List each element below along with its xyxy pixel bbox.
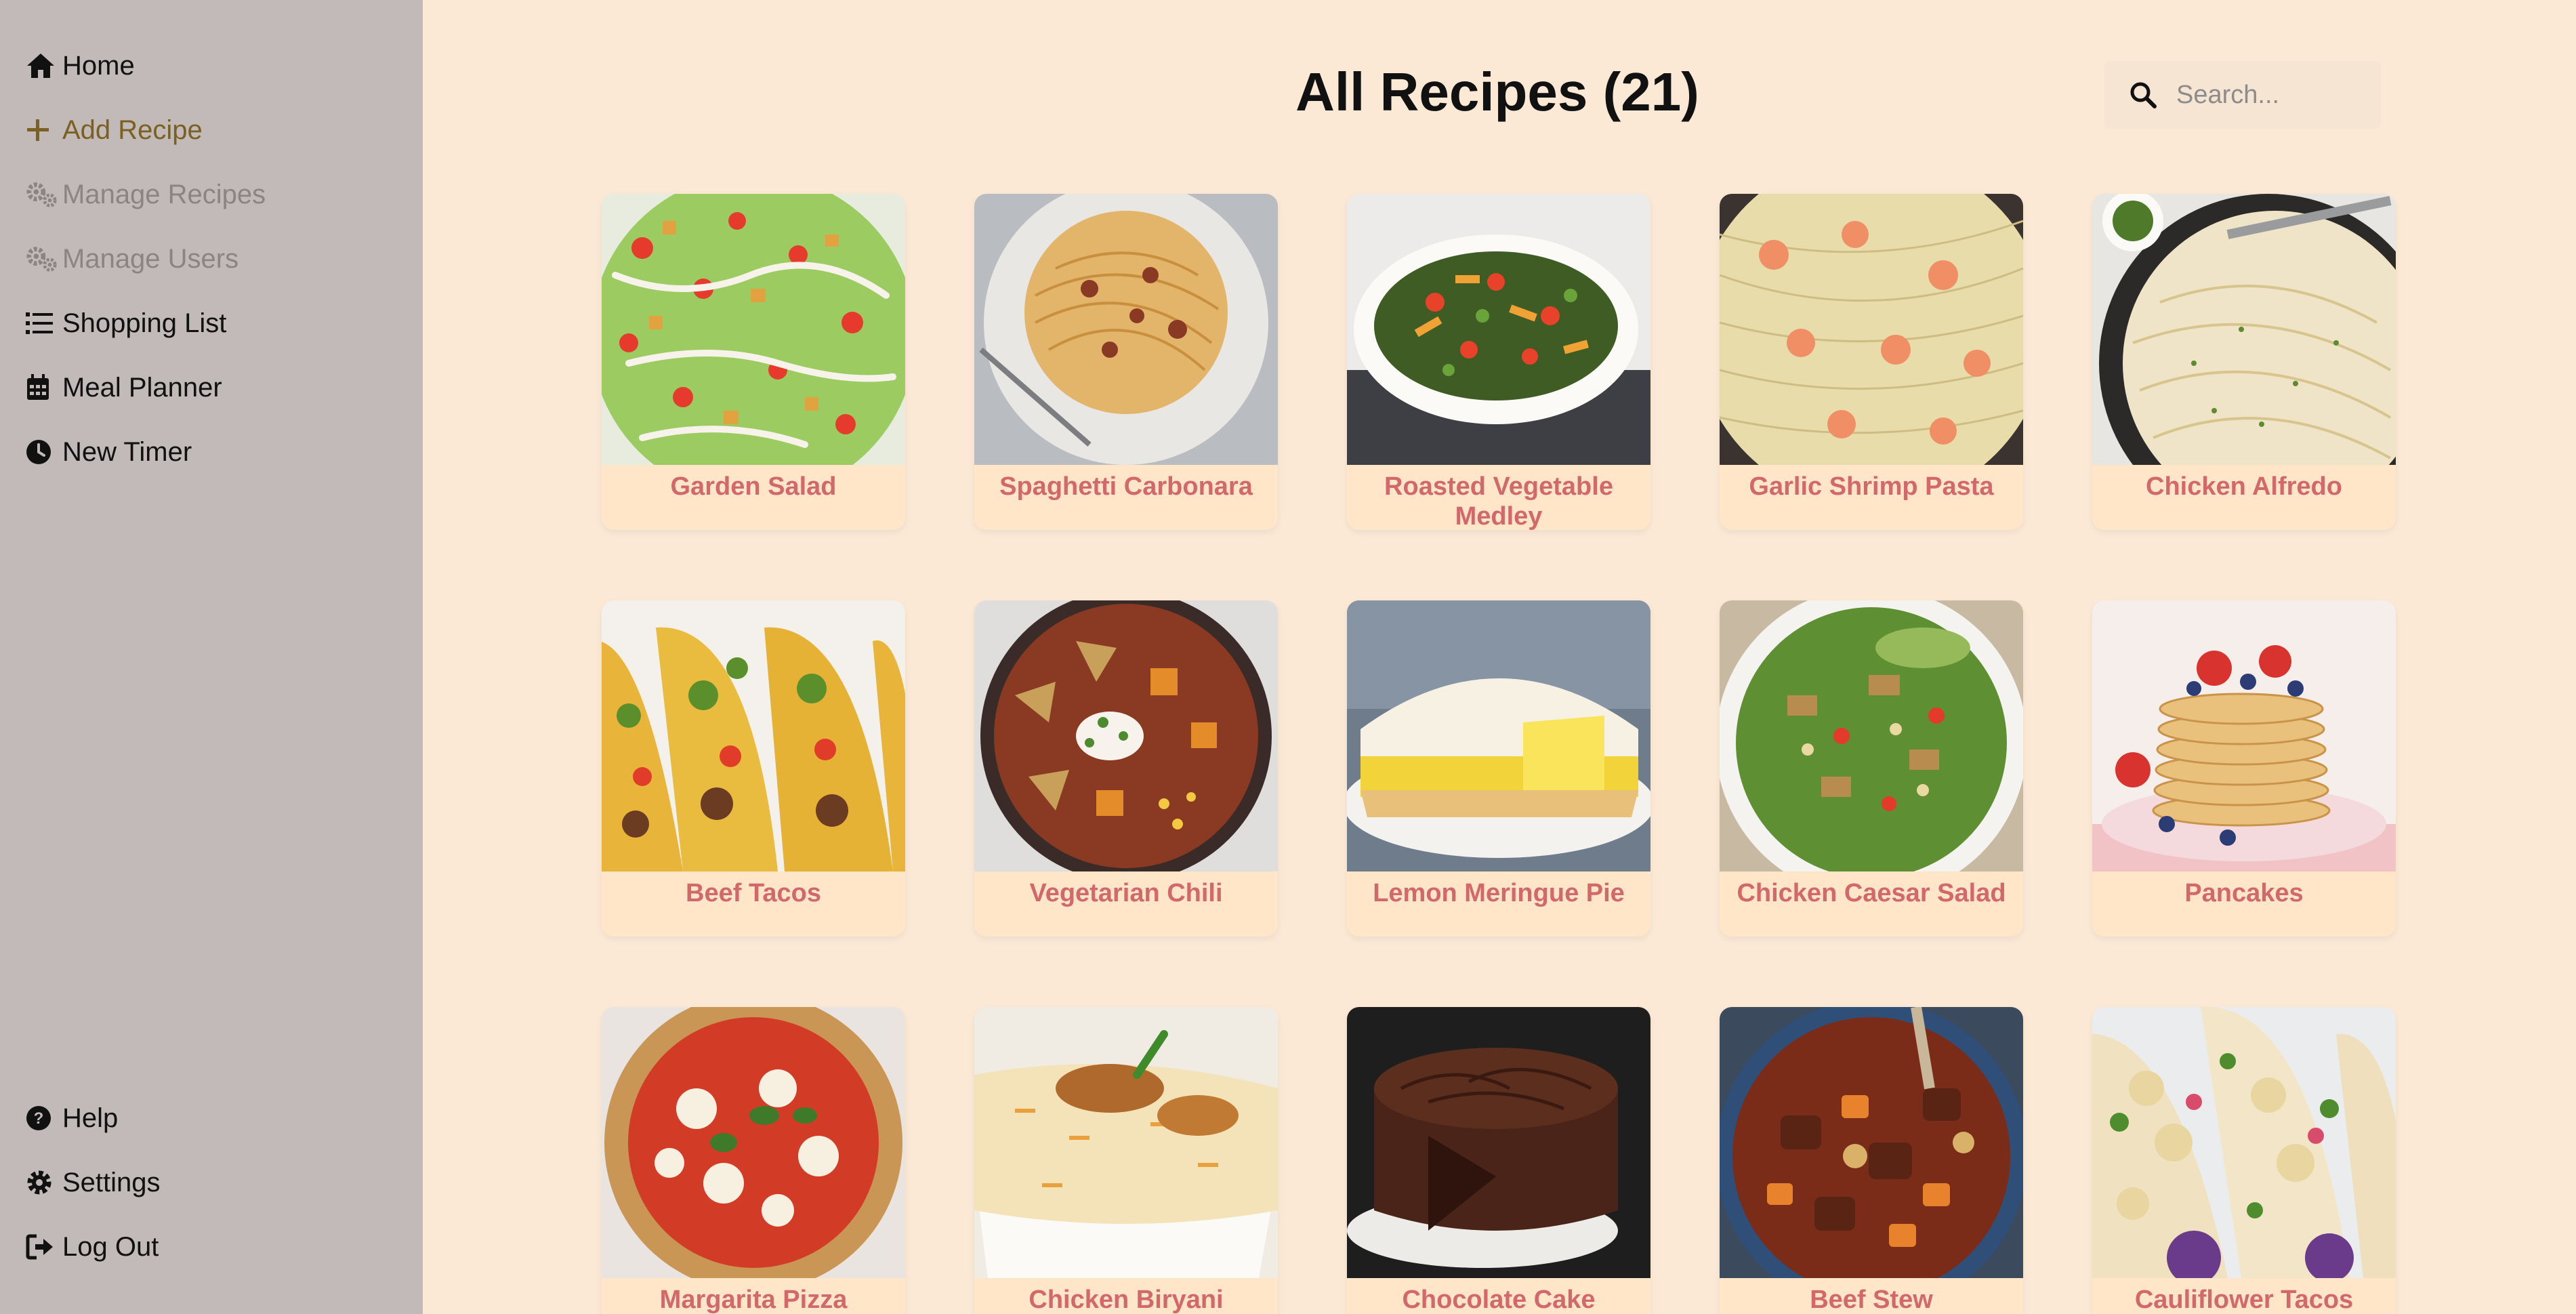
recipe-image xyxy=(1720,1007,2023,1278)
recipe-card-cauliflower-tacos[interactable]: Cauliflower Tacos xyxy=(2092,1007,2396,1314)
recipe-name: Garden Salad xyxy=(670,472,837,501)
recipe-card-pancakes[interactable]: Pancakes xyxy=(2092,600,2396,937)
sidebar-item-label: Manage Recipes xyxy=(62,179,266,209)
sidebar-item-label: Log Out xyxy=(62,1231,159,1262)
recipe-image xyxy=(1347,600,1650,871)
sidebar-item-label: Add Recipe xyxy=(62,115,203,145)
recipe-card-chicken-alfredo[interactable]: Chicken Alfredo xyxy=(2092,194,2396,530)
recipe-card-garden-salad[interactable]: Garden Salad xyxy=(602,194,905,530)
recipe-card-vegetarian-chili[interactable]: Vegetarian Chili xyxy=(974,600,1278,937)
sidebar-item-manage-recipes[interactable]: Manage Recipes xyxy=(26,174,266,215)
recipe-card-lemon-meringue-pie[interactable]: Lemon Meringue Pie xyxy=(1347,600,1650,937)
sidebar-item-label: Meal Planner xyxy=(62,372,222,403)
recipe-name: Pancakes xyxy=(2184,879,2304,907)
home-icon xyxy=(26,51,58,81)
list-icon xyxy=(26,308,58,338)
calendar-icon xyxy=(26,373,58,403)
sidebar-item-label: Home xyxy=(62,50,135,81)
recipe-card-beef-stew[interactable]: Beef Stew xyxy=(1720,1007,2023,1314)
recipe-name: Margarita Pizza xyxy=(659,1286,848,1314)
search-input[interactable] xyxy=(2176,80,2380,110)
recipe-image xyxy=(1720,194,2023,465)
recipe-name: Chicken Biryani xyxy=(1029,1286,1224,1314)
recipe-image xyxy=(602,600,905,871)
recipe-name: Beef Tacos xyxy=(686,879,821,907)
plus-icon xyxy=(26,115,58,145)
sidebar: Home Add Recipe Manage Recipes Manage Us… xyxy=(0,0,423,1314)
sidebar-item-label: Manage Users xyxy=(62,243,239,274)
recipe-name: Lemon Meringue Pie xyxy=(1373,879,1625,907)
recipe-name: Chicken Alfredo xyxy=(2146,472,2342,501)
search-box[interactable] xyxy=(2104,61,2381,129)
recipe-name: Garlic Shrimp Pasta xyxy=(1749,472,1994,501)
recipe-name: Spaghetti Carbonara xyxy=(999,472,1253,501)
sidebar-item-label: Help xyxy=(62,1103,119,1133)
gears-icon xyxy=(26,244,58,274)
sidebar-item-settings[interactable]: Settings xyxy=(26,1162,161,1203)
sidebar-item-meal-planner[interactable]: Meal Planner xyxy=(26,367,222,408)
recipe-card-spaghetti-carbonara[interactable]: Spaghetti Carbonara xyxy=(974,194,1278,530)
sidebar-item-new-timer[interactable]: New Timer xyxy=(26,432,192,472)
logout-icon xyxy=(26,1232,58,1262)
recipe-name: Chicken Caesar Salad xyxy=(1737,879,2006,907)
sidebar-item-add-recipe[interactable]: Add Recipe xyxy=(26,110,203,150)
question-icon: ? xyxy=(26,1103,58,1133)
search-icon xyxy=(2129,80,2159,110)
recipe-image xyxy=(974,1007,1278,1278)
recipe-image xyxy=(2092,1007,2396,1278)
gear-icon xyxy=(26,1168,58,1197)
recipe-image xyxy=(2092,194,2396,465)
recipe-name: Beef Stew xyxy=(1810,1286,1933,1314)
recipe-image xyxy=(602,1007,905,1278)
sidebar-item-label: Shopping List xyxy=(62,308,227,338)
recipe-card-garlic-shrimp-pasta[interactable]: Garlic Shrimp Pasta xyxy=(1720,194,2023,530)
sidebar-item-help[interactable]: ? Help xyxy=(26,1098,118,1138)
recipe-name: Chocolate Cake xyxy=(1402,1286,1596,1314)
recipe-grid: Garden Salad Spaghetti Carbonara Roasted… xyxy=(602,194,2396,1314)
recipe-image xyxy=(1347,194,1650,465)
sidebar-item-manage-users[interactable]: Manage Users xyxy=(26,239,238,279)
recipe-image xyxy=(2092,600,2396,871)
recipe-image xyxy=(1347,1007,1650,1278)
recipe-image xyxy=(974,600,1278,871)
recipe-card-beef-tacos[interactable]: Beef Tacos xyxy=(602,600,905,937)
recipe-name: Roasted Vegetable Medley xyxy=(1384,472,1613,530)
sidebar-item-log-out[interactable]: Log Out xyxy=(26,1227,159,1267)
recipe-image xyxy=(1720,600,2023,871)
gears-icon xyxy=(26,180,58,209)
recipe-image xyxy=(974,194,1278,465)
page-title: All Recipes (21) xyxy=(1295,62,1699,122)
recipe-name: Cauliflower Tacos xyxy=(2134,1286,2354,1314)
sidebar-item-shopping-list[interactable]: Shopping List xyxy=(26,303,226,344)
recipe-card-roasted-vegetable-medley[interactable]: Roasted Vegetable Medley xyxy=(1347,194,1650,530)
recipe-card-chocolate-cake[interactable]: Chocolate Cake xyxy=(1347,1007,1650,1314)
recipe-card-chicken-caesar-salad[interactable]: Chicken Caesar Salad xyxy=(1720,600,2023,937)
clock-icon xyxy=(26,437,58,467)
recipe-name: Vegetarian Chili xyxy=(1029,879,1223,907)
recipe-card-margarita-pizza[interactable]: Margarita Pizza xyxy=(602,1007,905,1314)
sidebar-item-home[interactable]: Home xyxy=(26,45,135,86)
recipe-card-chicken-biryani[interactable]: Chicken Biryani xyxy=(974,1007,1278,1314)
sidebar-item-label: New Timer xyxy=(62,436,192,467)
svg-text:?: ? xyxy=(34,1109,44,1128)
sidebar-item-label: Settings xyxy=(62,1167,161,1197)
recipe-image xyxy=(602,194,905,465)
